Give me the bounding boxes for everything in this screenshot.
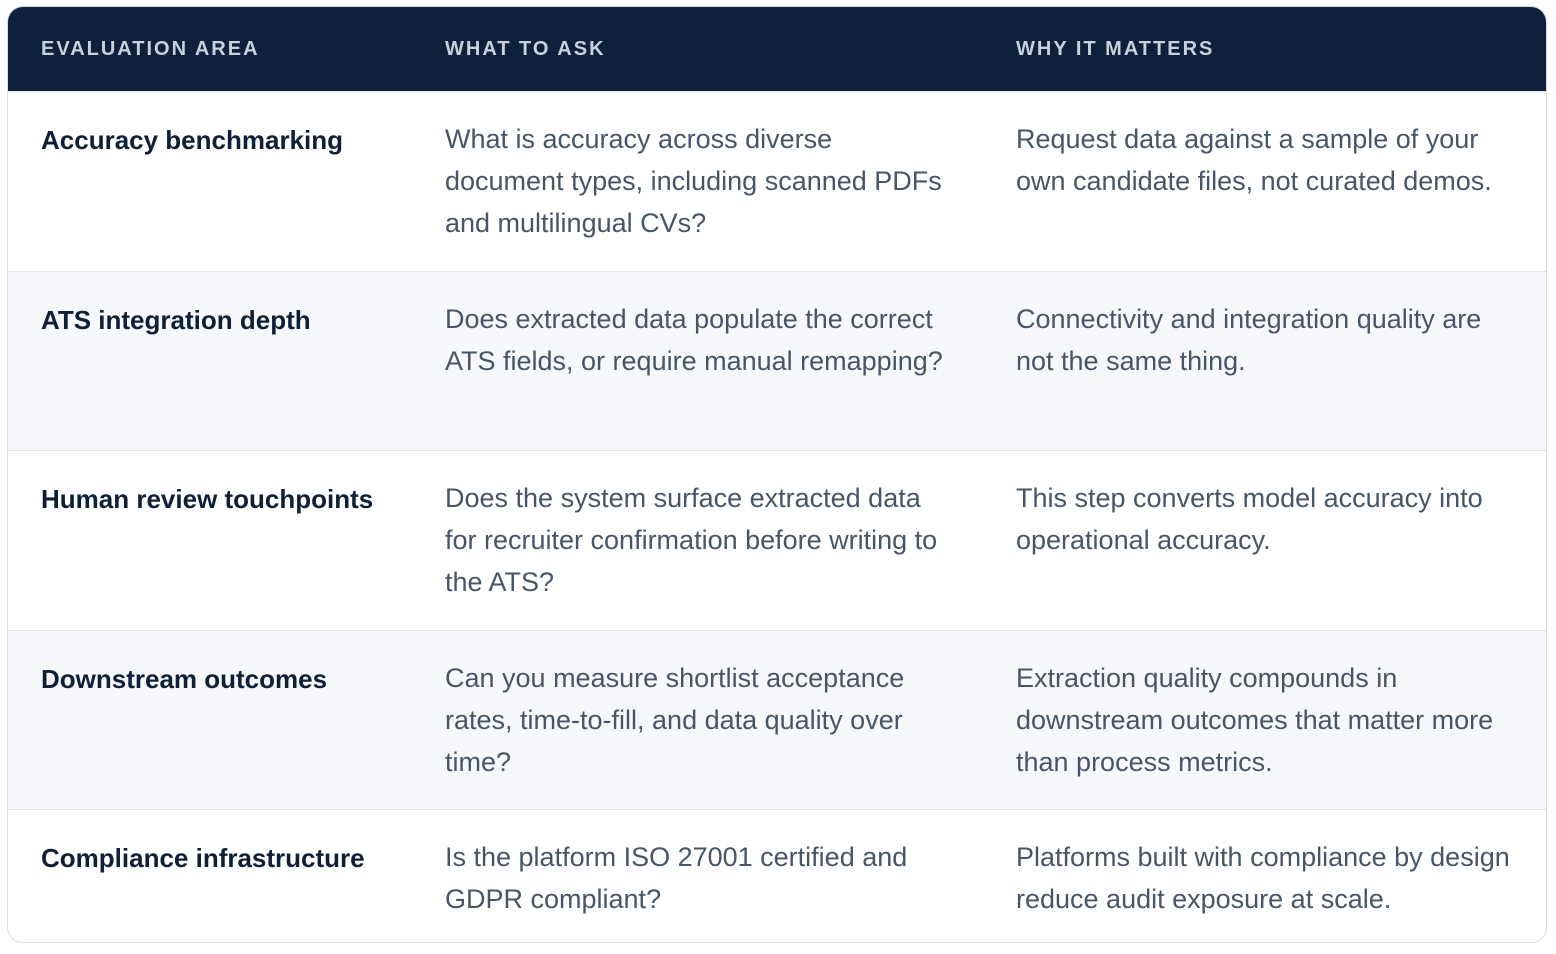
evaluation-area-cell: Compliance infrastructure bbox=[41, 843, 365, 873]
why-it-matters-cell: Connectivity and integration quality are… bbox=[1016, 304, 1482, 376]
what-to-ask-cell: Does the system surface extracted data f… bbox=[445, 483, 938, 597]
table-row: Human review touchpoints Does the system… bbox=[8, 450, 1546, 630]
what-to-ask-cell: Can you measure shortlist acceptance rat… bbox=[445, 663, 905, 777]
table-row: ATS integration depth Does extracted dat… bbox=[8, 271, 1546, 450]
what-to-ask-cell: What is accuracy across diverse document… bbox=[445, 124, 942, 238]
evaluation-area-cell: ATS integration depth bbox=[41, 305, 311, 335]
why-it-matters-cell: Platforms built with compliance by desig… bbox=[1016, 842, 1510, 914]
evaluation-table: EVALUATION AREA WHAT TO ASK WHY IT MATTE… bbox=[7, 6, 1547, 943]
evaluation-area-cell: Downstream outcomes bbox=[41, 664, 328, 694]
why-it-matters-cell: Request data against a sample of your ow… bbox=[1016, 124, 1492, 196]
why-it-matters-cell: This step converts model accuracy into o… bbox=[1016, 483, 1483, 555]
header-what-to-ask: WHAT TO ASK bbox=[445, 37, 606, 60]
why-it-matters-cell: Extraction quality compounds in downstre… bbox=[1016, 663, 1494, 777]
evaluation-area-cell: Human review touchpoints bbox=[41, 484, 374, 514]
table-row: Compliance infrastructure Is the platfor… bbox=[8, 809, 1546, 942]
evaluation-area-cell: Accuracy benchmarking bbox=[41, 125, 344, 155]
what-to-ask-cell: Does extracted data populate the correct… bbox=[445, 304, 943, 376]
table-row: Accuracy benchmarking What is accuracy a… bbox=[8, 91, 1546, 271]
table-row: Downstream outcomes Can you measure shor… bbox=[8, 630, 1546, 809]
table-header: EVALUATION AREA WHAT TO ASK WHY IT MATTE… bbox=[8, 7, 1546, 91]
what-to-ask-cell: Is the platform ISO 27001 certified and … bbox=[445, 842, 908, 914]
header-why-it-matters: WHY IT MATTERS bbox=[1016, 37, 1215, 60]
header-evaluation-area: EVALUATION AREA bbox=[41, 37, 260, 60]
